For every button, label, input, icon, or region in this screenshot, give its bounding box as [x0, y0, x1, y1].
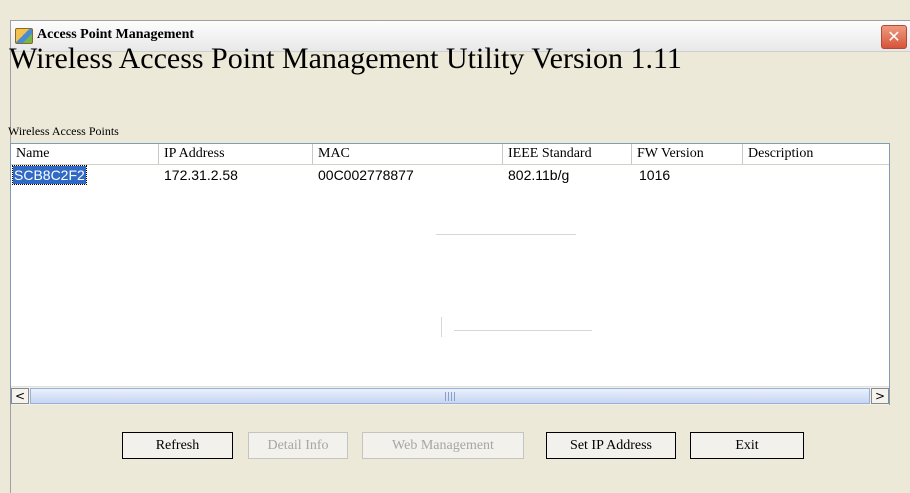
list-header: Name IP Address MAC IEEE Standard FW Ver…: [11, 144, 889, 165]
chevron-right-icon: >: [874, 389, 886, 403]
cell-name: SCB8C2F2: [12, 165, 87, 185]
grip-icon: [445, 392, 457, 401]
render-artifact: [441, 317, 442, 337]
cell-fw: 1016: [639, 167, 671, 183]
page-title: Wireless Access Point Management Utility…: [9, 42, 682, 75]
close-button[interactable]: ✕: [881, 25, 907, 49]
access-points-label: Wireless Access Points: [8, 124, 119, 138]
web-management-button[interactable]: Web Management: [362, 432, 524, 459]
render-artifact: [454, 330, 592, 331]
refresh-button[interactable]: Refresh: [122, 432, 233, 459]
close-icon: ✕: [887, 27, 901, 46]
column-header-name[interactable]: Name: [11, 144, 159, 164]
detail-info-button[interactable]: Detail Info: [248, 432, 348, 459]
column-header-ieee[interactable]: IEEE Standard: [503, 144, 632, 164]
scroll-right-button[interactable]: >: [871, 388, 889, 404]
column-header-mac[interactable]: MAC: [313, 144, 503, 164]
exit-button[interactable]: Exit: [690, 432, 804, 459]
column-header-fw[interactable]: FW Version: [632, 144, 743, 164]
set-ip-address-button[interactable]: Set IP Address: [546, 432, 676, 459]
column-header-ip[interactable]: IP Address: [159, 144, 313, 164]
column-header-description[interactable]: Description: [743, 144, 889, 164]
access-point-list[interactable]: Name IP Address MAC IEEE Standard FW Ver…: [10, 143, 890, 405]
scroll-left-button[interactable]: <: [11, 388, 29, 404]
cell-ieee: 802.11b/g: [508, 167, 570, 183]
table-row[interactable]: SCB8C2F2 172.31.2.58 00C002778877 802.11…: [11, 165, 889, 185]
cell-ip: 172.31.2.58: [164, 167, 238, 183]
window-title: Access Point Management: [37, 27, 195, 42]
scrollbar-thumb[interactable]: [30, 388, 870, 404]
horizontal-scrollbar[interactable]: < >: [11, 386, 889, 405]
cell-mac: 00C002778877: [318, 167, 414, 183]
chevron-left-icon: <: [14, 389, 26, 403]
render-artifact: [436, 234, 576, 235]
